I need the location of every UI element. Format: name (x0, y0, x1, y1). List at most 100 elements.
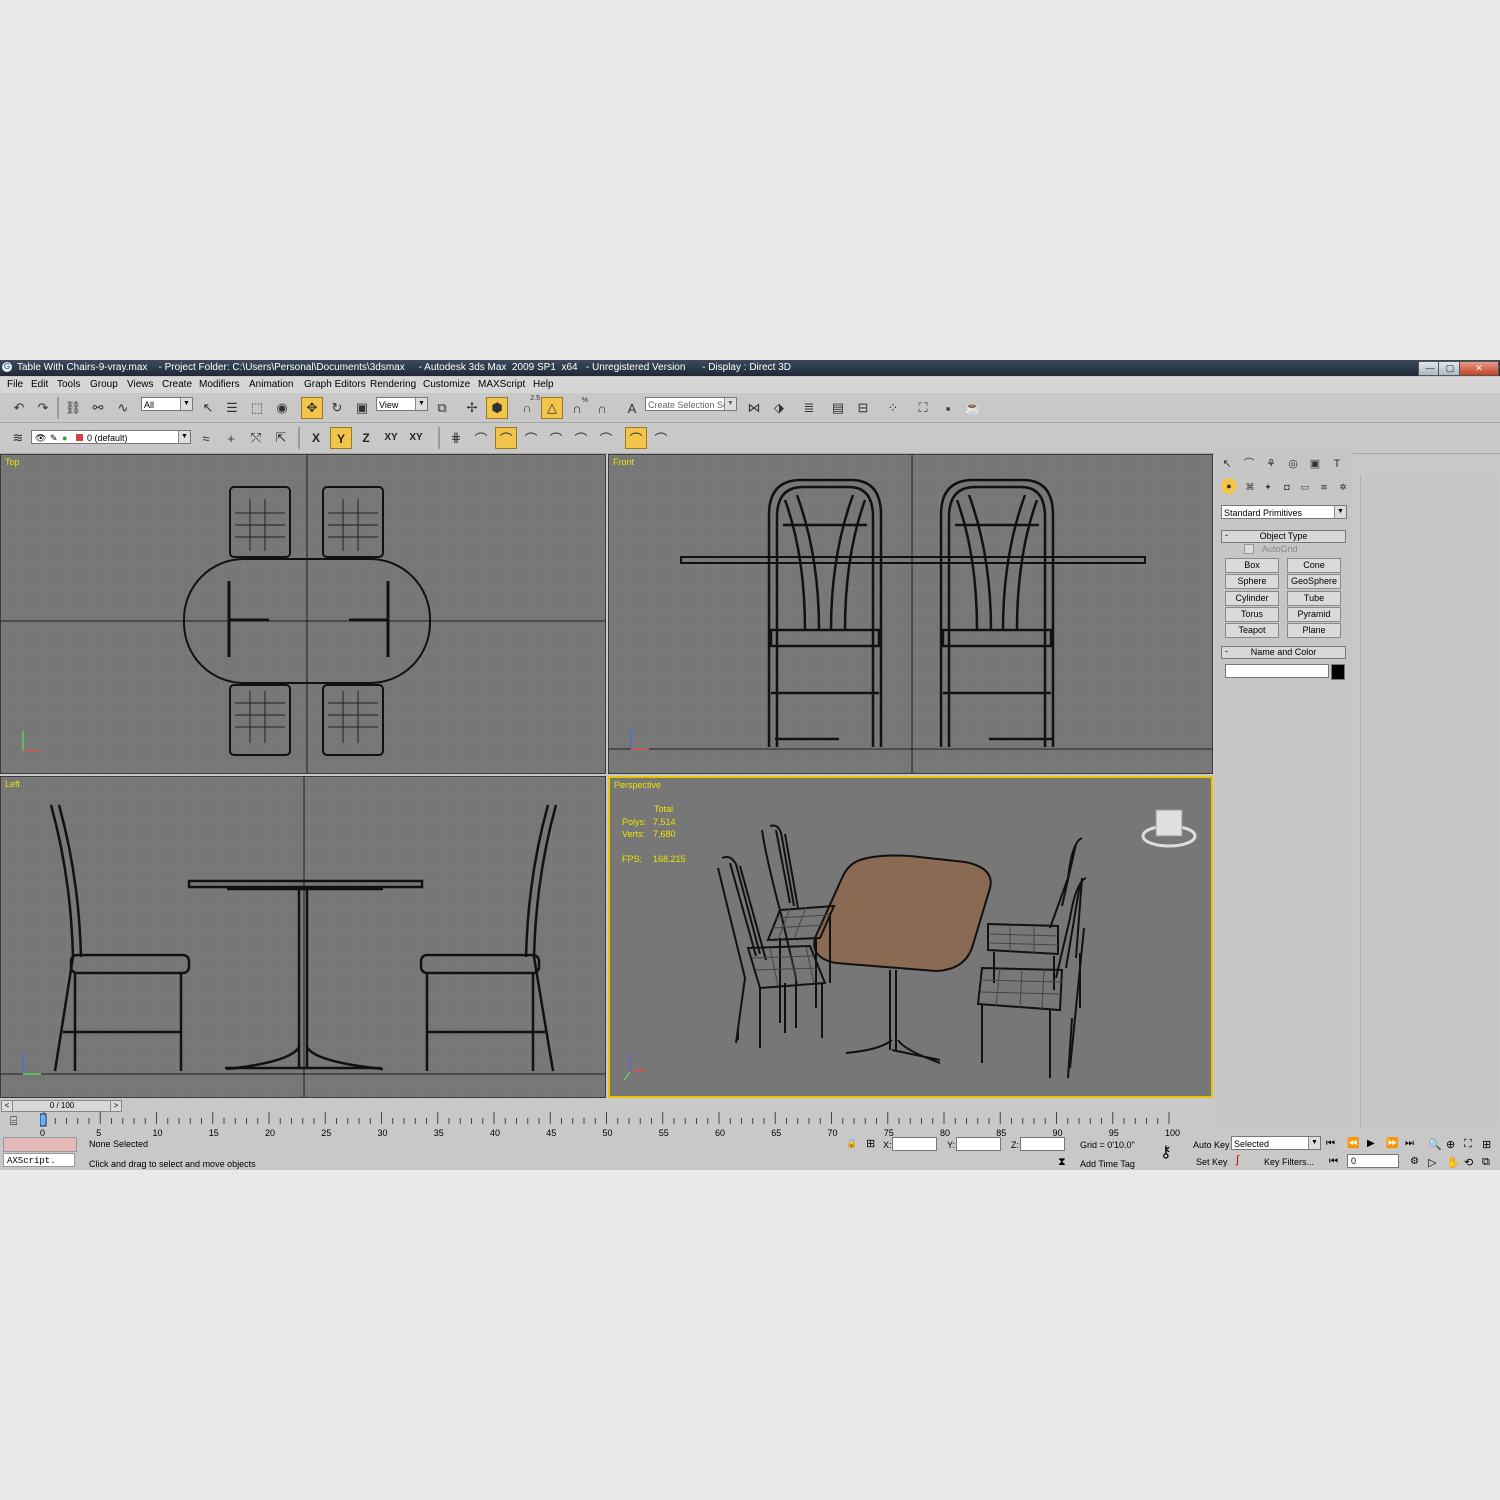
select-in-layer-icon[interactable]: ⤲ (245, 427, 267, 449)
menu-maxscript[interactable]: MAXScript (478, 379, 525, 390)
layer-manager-icon[interactable]: ≣ (798, 397, 820, 419)
menu-rendering[interactable]: Rendering (370, 379, 416, 390)
select-scale-icon[interactable]: ▣ (351, 397, 373, 419)
menu-tools[interactable]: Tools (57, 379, 80, 390)
set-key-icon[interactable]: ⚷ (1160, 1142, 1172, 1162)
viewport-label-front[interactable]: Front (613, 457, 634, 467)
z-coord-field[interactable] (1020, 1137, 1065, 1151)
lights-icon[interactable]: ✦ (1258, 478, 1278, 496)
time-config-icon[interactable]: ⚙ (1410, 1156, 1419, 1167)
zoom-icon[interactable]: 🔍 (1428, 1138, 1442, 1151)
curve-editor-icon[interactable]: ▤ (827, 397, 849, 419)
field-of-view-icon[interactable]: ▷ (1428, 1156, 1436, 1169)
zoom-extents-icon[interactable]: ⛶ (1464, 1138, 1472, 1151)
goto-end-icon[interactable]: ⏭ (1405, 1138, 1414, 1149)
select-by-name-icon[interactable]: ☰ (221, 397, 243, 419)
unlink-icon[interactable]: ⚯ (87, 397, 109, 419)
time-tag-icon[interactable]: ⧗ (1058, 1156, 1066, 1169)
redo-icon[interactable]: ↷ (32, 397, 54, 419)
set-key-button[interactable]: Set Key (1196, 1157, 1228, 1167)
bind-space-warp-icon[interactable]: ∿ (112, 397, 134, 419)
spinner-snap-icon[interactable]: ∩ (591, 397, 613, 419)
modify-tab-icon[interactable]: ⌒ (1239, 455, 1259, 473)
autogrid-checkbox[interactable] (1244, 544, 1254, 554)
rect-selection-icon[interactable]: ⬚ (246, 397, 268, 419)
current-layer-dropdown[interactable]: 👁 ✎ ● 0 (default) ▼ (31, 430, 191, 444)
systems-icon[interactable]: ✲ (1333, 478, 1353, 496)
close-button[interactable]: ✕ (1459, 361, 1499, 376)
menu-modifiers[interactable]: Modifiers (199, 379, 240, 390)
object-category-dropdown[interactable]: Standard Primitives ▼ (1221, 505, 1347, 519)
window-crossing-icon[interactable]: ◉ (271, 397, 293, 419)
box-button[interactable]: Box (1225, 558, 1279, 573)
render-setup-icon[interactable]: ⛶ (912, 397, 934, 419)
play-icon[interactable]: ▶ (1367, 1138, 1375, 1149)
current-frame-field[interactable]: 0 (1347, 1154, 1399, 1168)
menu-create[interactable]: Create (162, 379, 192, 390)
key-mode-dropdown[interactable]: Selected ▼ (1231, 1136, 1321, 1150)
object-name-field[interactable] (1225, 664, 1329, 678)
rendered-frame-window-icon[interactable]: ▪ (937, 397, 959, 419)
app-icon[interactable]: G (2, 362, 12, 372)
geometry-icon[interactable]: ● (1221, 478, 1237, 494)
link-icon[interactable]: ⛓ (62, 397, 84, 419)
menu-animation[interactable]: Animation (249, 379, 293, 390)
add-to-layer-icon[interactable]: + (220, 427, 242, 449)
next-frame-arrow[interactable]: > (110, 1100, 122, 1112)
snap-3d-icon[interactable]: ∩ 2.5 (516, 395, 540, 419)
y-coord-field[interactable] (956, 1137, 1001, 1151)
angle-snap-icon[interactable]: △ (541, 397, 563, 419)
menu-file[interactable]: File (7, 379, 23, 390)
keyboard-shortcut-override-icon[interactable]: ⬢ (486, 397, 508, 419)
axis-x-button[interactable]: X (305, 427, 327, 449)
maximize-viewport-icon[interactable]: ⧉ (1482, 1156, 1490, 1169)
prev-key-icon[interactable]: ⏪ (1347, 1138, 1359, 1149)
default-tangent-icon[interactable]: ∫ (1236, 1154, 1239, 1166)
manipulate-icon[interactable]: ✢ (461, 397, 483, 419)
viewport-perspective[interactable]: Perspective Total Polys: 7,514 Verts: 7,… (608, 776, 1213, 1098)
viewport-label-left[interactable]: Left (5, 779, 20, 789)
cylinder-button[interactable]: Cylinder (1225, 591, 1279, 606)
menu-help[interactable]: Help (533, 379, 554, 390)
snap-edge-icon[interactable]: ⌒ (570, 427, 592, 449)
object-color-swatch[interactable] (1331, 664, 1345, 680)
display-tab-icon[interactable]: ▣ (1305, 455, 1325, 473)
maxscript-mini-listener[interactable]: AXScript. (3, 1153, 75, 1167)
space-warps-icon[interactable]: ≋ (1314, 478, 1334, 496)
ref-coord-dropdown[interactable]: View ▼ (376, 397, 428, 411)
select-object-icon[interactable]: ↖ (197, 397, 219, 419)
cameras-icon[interactable]: ◘ (1277, 478, 1297, 496)
schematic-view-icon[interactable]: ⊟ (852, 397, 874, 419)
shapes-icon[interactable]: ⌘ (1240, 478, 1260, 496)
snap-endpoint-icon[interactable]: ⌒ (520, 427, 542, 449)
object-type-rollout-header[interactable]: - Object Type (1221, 530, 1346, 543)
motion-tab-icon[interactable]: ◎ (1283, 455, 1303, 473)
mirror-icon[interactable]: ⋈ (743, 397, 765, 419)
select-rotate-icon[interactable]: ↻ (326, 397, 348, 419)
selection-filter-dropdown[interactable]: All ▼ (141, 397, 193, 411)
create-layer-icon[interactable]: ≈ (195, 427, 217, 449)
orbit-icon[interactable]: ⟲ (1464, 1156, 1473, 1169)
hierarchy-tab-icon[interactable]: ⚘ (1261, 455, 1281, 473)
add-time-tag-button[interactable]: Add Time Tag (1080, 1159, 1135, 1169)
maxscript-listener-pink[interactable] (3, 1137, 77, 1152)
percent-snap-icon[interactable]: ∩% (566, 397, 588, 419)
cone-button[interactable]: Cone (1287, 558, 1341, 573)
sphere-button[interactable]: Sphere (1225, 574, 1279, 589)
x-coord-field[interactable] (892, 1137, 937, 1151)
snap-grid-icon[interactable]: ⋕ (445, 427, 467, 449)
viewport-front[interactable]: Front (608, 454, 1213, 774)
axis-xy-constraint-button[interactable]: XY (405, 427, 427, 449)
time-slider-frame-counter[interactable]: 0 / 100 (12, 1100, 112, 1112)
viewport-left[interactable]: Left (0, 776, 606, 1098)
pivot-center-icon[interactable]: ⧉ (431, 397, 453, 419)
helpers-icon[interactable]: ▭ (1295, 478, 1315, 496)
create-tab-icon[interactable]: ↖ (1217, 455, 1237, 473)
set-current-layer-icon[interactable]: ⇱ (270, 427, 292, 449)
menu-group[interactable]: Group (90, 379, 118, 390)
select-move-icon[interactable]: ✥ (301, 397, 323, 419)
goto-start-icon[interactable]: ⏮ (1326, 1138, 1335, 1149)
tube-button[interactable]: Tube (1287, 591, 1341, 606)
zoom-all-icon[interactable]: ⊕ (1446, 1138, 1455, 1151)
quick-render-icon[interactable]: ☕ (962, 397, 984, 419)
